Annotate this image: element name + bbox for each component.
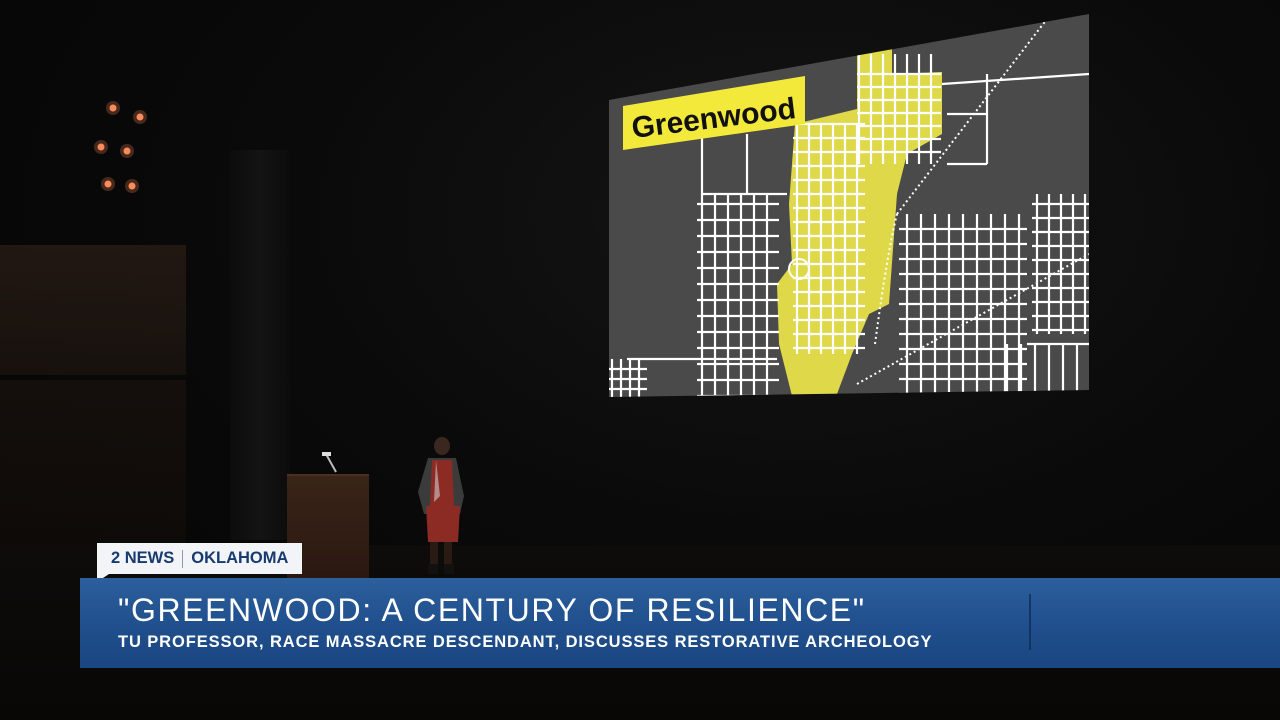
stage-pillar — [230, 150, 290, 540]
wall-panel-lower — [0, 380, 186, 550]
podium-lamp — [322, 452, 337, 473]
region-name: OKLAHOMA — [191, 549, 289, 567]
greenwood-map: Greenwood — [609, 14, 1089, 397]
wall-panel — [0, 245, 186, 375]
video-frame: Greenwood 2 NEWS OKLAHOMA "GREENWOOD: A … — [0, 0, 1280, 720]
projection-screen: Greenwood — [607, 14, 1091, 397]
speaker — [418, 437, 464, 574]
brand-name: 2 NEWS — [111, 549, 175, 567]
lower-third-banner: "GREENWOOD: A CENTURY OF RESILIENCE" TU … — [80, 578, 1280, 668]
bug-separator — [182, 549, 184, 568]
stage-lights — [94, 101, 147, 193]
headline: "GREENWOOD: A CENTURY OF RESILIENCE" — [118, 592, 866, 628]
banner-divider — [1029, 594, 1031, 650]
network-bug: 2 NEWS OKLAHOMA — [97, 543, 303, 574]
subheadline: TU PROFESSOR, RACE MASSACRE DESCENDANT, … — [118, 633, 933, 651]
